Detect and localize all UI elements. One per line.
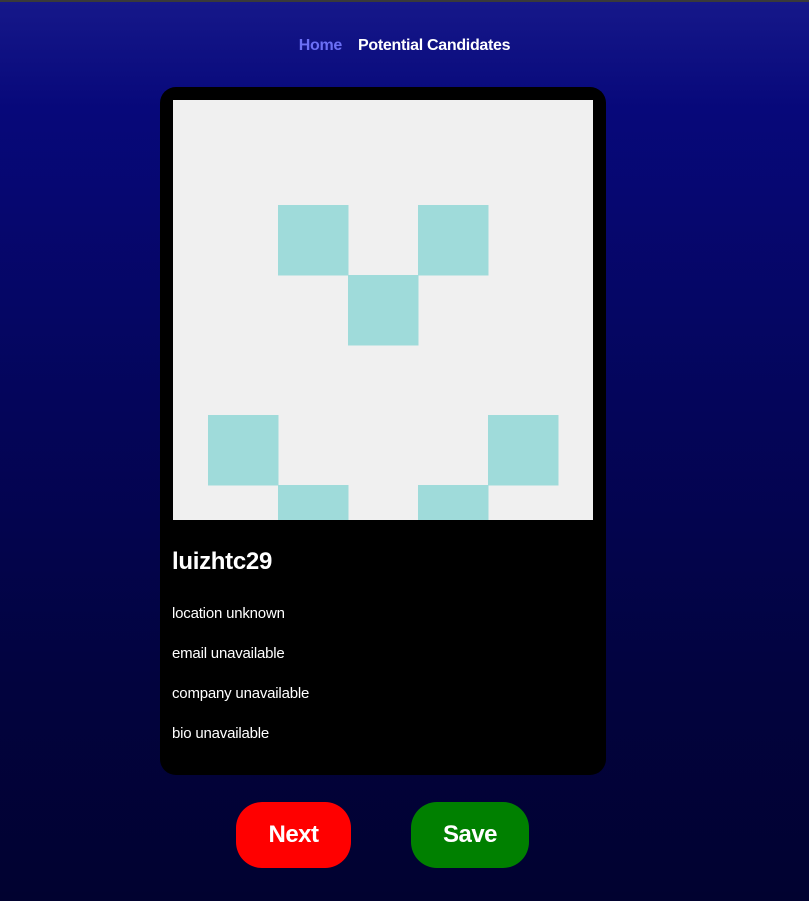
avatar-block: [278, 485, 349, 520]
identicon-avatar-icon: [173, 100, 593, 520]
avatar-block: [418, 485, 489, 520]
avatar-block: [488, 415, 559, 486]
avatar-block: [418, 205, 489, 276]
save-button[interactable]: Save: [411, 802, 529, 868]
avatar-block: [348, 275, 419, 346]
candidate-username: luizhtc29: [172, 548, 272, 575]
nav-link-potential-candidates[interactable]: Potential Candidates: [358, 37, 511, 55]
avatar-block: [208, 415, 279, 486]
next-button[interactable]: Next: [236, 802, 351, 868]
candidate-company: company unavailable: [172, 685, 310, 702]
candidate-avatar: [173, 100, 593, 520]
avatar-block: [278, 205, 349, 276]
top-border: [0, 0, 809, 2]
candidate-card: luizhtc29 location unknown email unavail…: [160, 87, 606, 775]
candidate-email: email unavailable: [172, 645, 285, 662]
top-nav: Home Potential Candidates: [0, 37, 809, 55]
candidate-bio: bio unavailable: [172, 725, 270, 742]
nav-link-home[interactable]: Home: [299, 37, 343, 55]
candidate-location: location unknown: [172, 605, 285, 622]
